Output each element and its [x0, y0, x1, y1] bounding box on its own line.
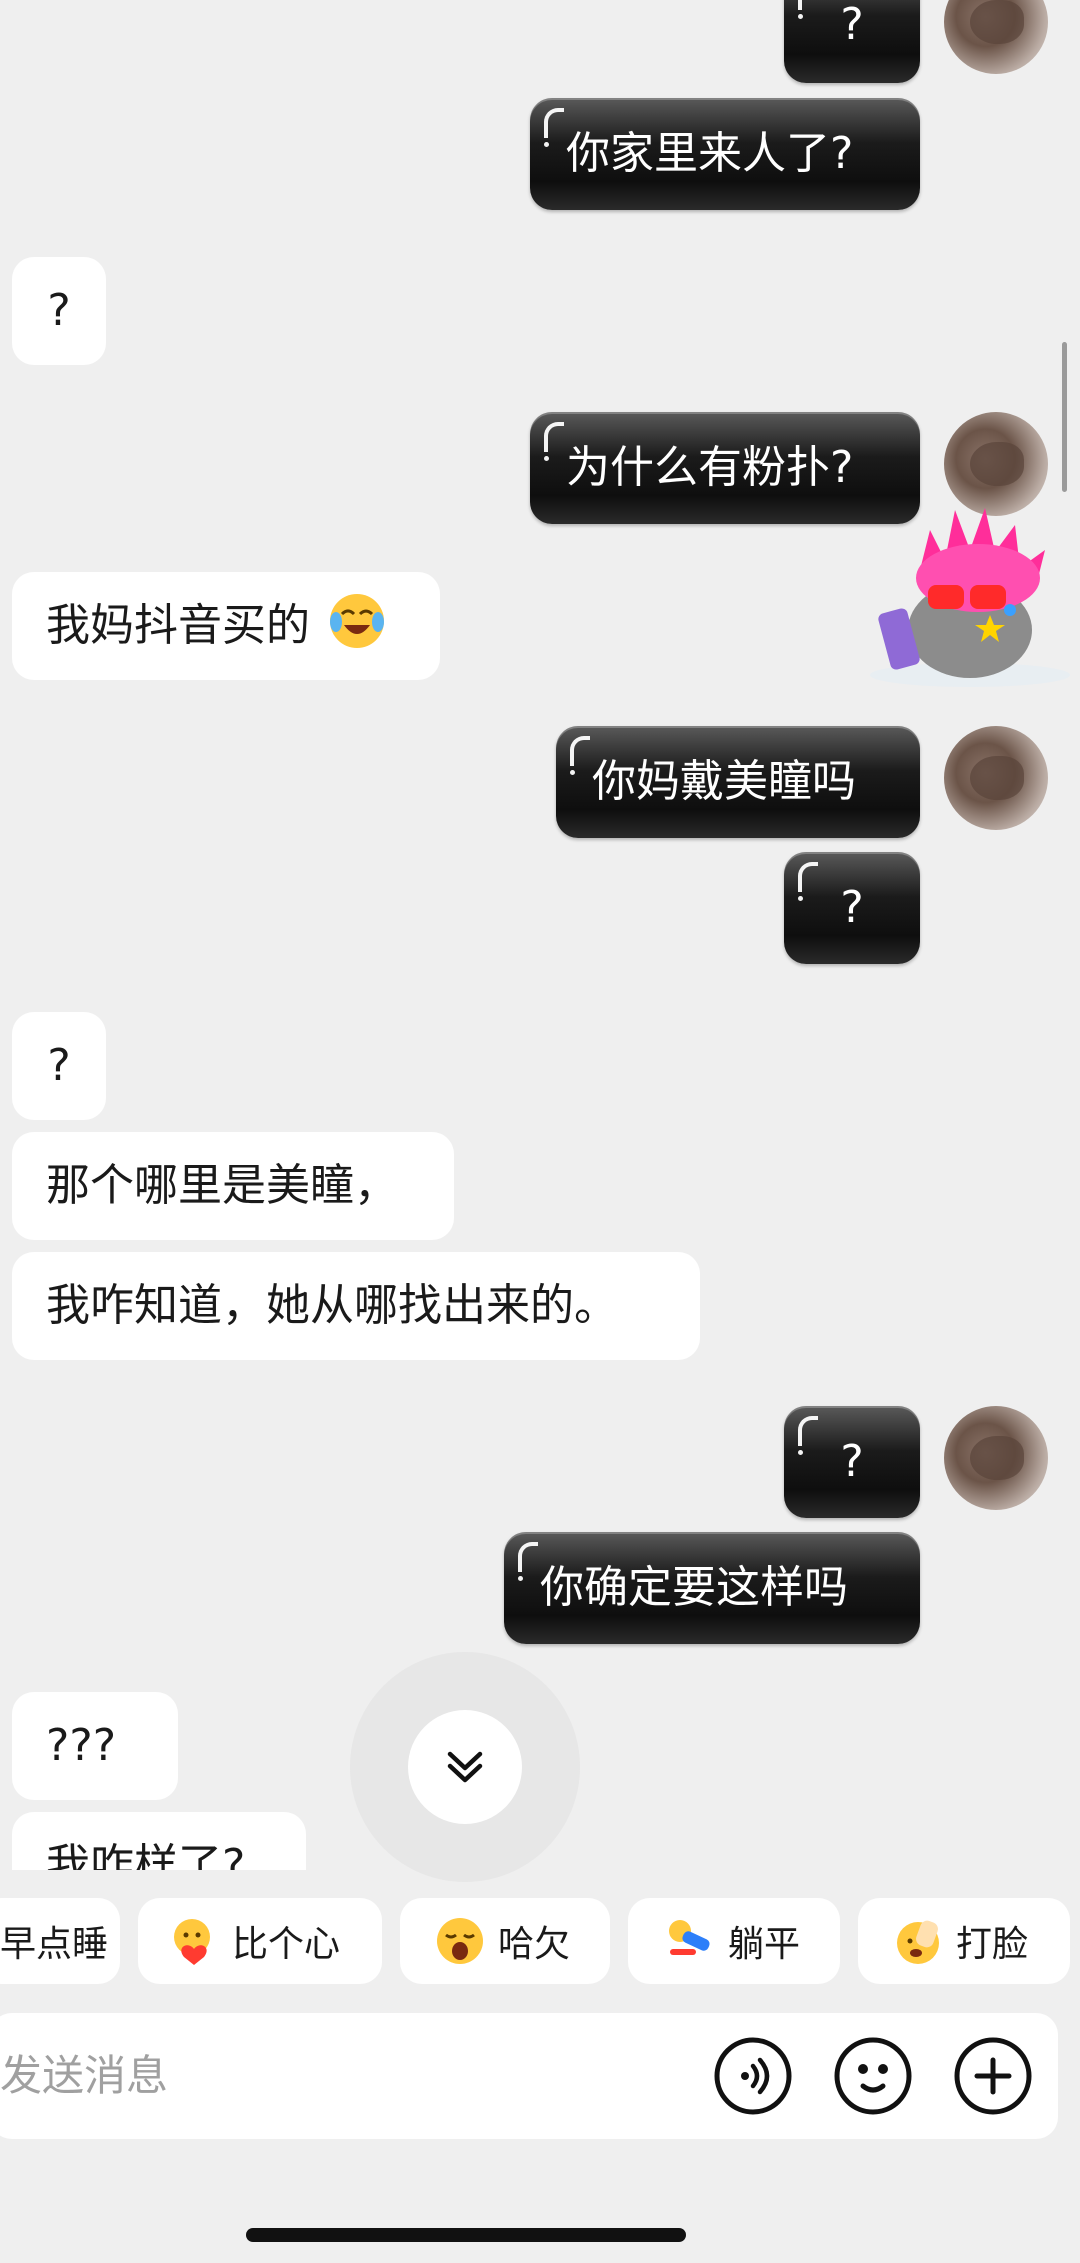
chip-label: 躺平: [728, 1924, 801, 1965]
outgoing-message-bubble[interactable]: ?: [784, 0, 920, 83]
message-text: 我咋知道，她从哪找出来的。: [46, 1280, 618, 1331]
incoming-message-bubble[interactable]: 那个哪里是美瞳，: [12, 1132, 454, 1240]
message-input-bar[interactable]: 发送消息: [0, 2013, 1058, 2139]
message-text: 我咋样了?: [46, 1840, 246, 1870]
crying-laughing-emoji-icon: [330, 594, 384, 648]
emoji-icon[interactable]: [833, 2036, 913, 2116]
message-text: ?: [47, 1040, 71, 1091]
yawn-emoji-icon: [437, 1918, 483, 1964]
outgoing-message-bubble[interactable]: ?: [784, 1406, 920, 1518]
scroll-to-bottom-button[interactable]: [350, 1652, 580, 1882]
message-input[interactable]: 发送消息: [0, 2013, 168, 2139]
outgoing-message-bubble[interactable]: ?: [784, 852, 920, 964]
lie-flat-emoji-icon: [669, 1920, 710, 1955]
quick-reply-chip[interactable]: 躺平: [628, 1898, 840, 1984]
quick-reply-chip[interactable]: 早点睡: [0, 1898, 120, 1984]
outgoing-message-bubble[interactable]: 你确定要这样吗: [504, 1532, 920, 1644]
heart-hands-emoji-icon: [174, 1919, 210, 1965]
avatar[interactable]: [944, 1406, 1048, 1510]
message-text: 你确定要这样吗: [540, 1562, 848, 1613]
incoming-message-bubble[interactable]: 我妈抖音买的: [12, 572, 440, 680]
chip-label: 早点睡: [0, 1924, 109, 1965]
face-slap-emoji-icon: [897, 1920, 939, 1964]
message-text: ?: [840, 1436, 864, 1487]
message-text: 那个哪里是美瞳，: [46, 1160, 398, 1211]
outgoing-message-bubble[interactable]: 你妈戴美瞳吗: [556, 726, 920, 838]
quick-reply-chip[interactable]: 打脸: [858, 1898, 1070, 1984]
scrollbar[interactable]: [1062, 342, 1067, 492]
message-text: 我妈抖音买的: [46, 600, 310, 651]
incoming-message-bubble[interactable]: ?: [12, 257, 106, 365]
message-text: ?: [840, 0, 864, 50]
chip-label: 哈欠: [498, 1924, 571, 1965]
incoming-message-bubble[interactable]: ?: [12, 1012, 106, 1120]
double-chevron-down-icon: [447, 1751, 483, 1783]
incoming-message-bubble[interactable]: ???: [12, 1692, 178, 1800]
message-text: ?: [47, 285, 71, 336]
message-text: 你家里来人了?: [566, 128, 854, 179]
message-text: 你妈戴美瞳吗: [592, 756, 856, 807]
plus-icon[interactable]: [953, 2036, 1033, 2116]
incoming-message-bubble[interactable]: 我咋知道，她从哪找出来的。: [12, 1252, 700, 1360]
home-indicator: [246, 2228, 686, 2242]
quick-reply-chip[interactable]: 比个心: [138, 1898, 382, 1984]
chip-label: 比个心: [232, 1924, 341, 1965]
quick-reply-chip[interactable]: 哈欠: [400, 1898, 610, 1984]
character-sticker[interactable]: [860, 490, 1080, 690]
incoming-message-bubble[interactable]: 我咋样了?: [12, 1812, 306, 1870]
voice-input-icon[interactable]: [713, 2036, 793, 2116]
message-text: 为什么有粉扑?: [566, 442, 854, 493]
avatar[interactable]: [944, 0, 1048, 74]
message-text: ?: [840, 882, 864, 933]
outgoing-message-bubble[interactable]: 你家里来人了?: [530, 98, 920, 210]
message-text: ???: [46, 1720, 117, 1771]
avatar[interactable]: [944, 726, 1048, 830]
quick-reply-bar[interactable]: 早点睡 比个心 哈欠 躺平 打脸: [0, 1898, 1080, 1984]
chip-label: 打脸: [956, 1924, 1029, 1965]
